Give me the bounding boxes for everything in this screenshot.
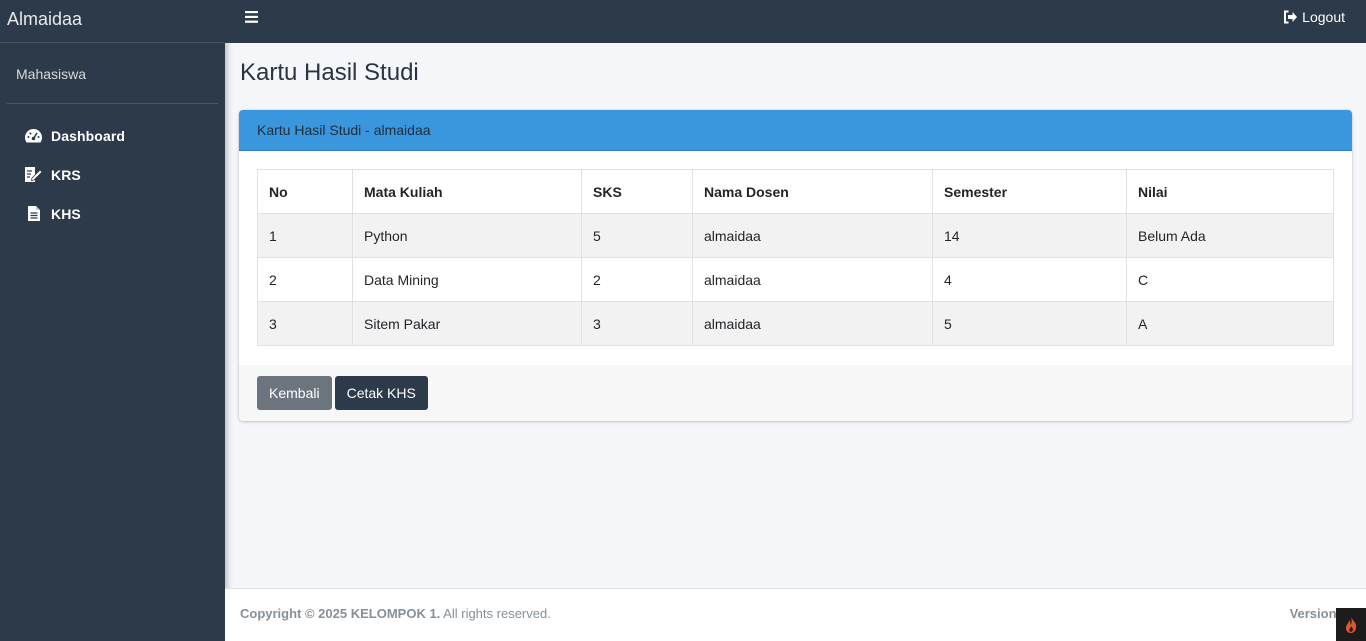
- sidebar-item-label: KHS: [51, 205, 81, 222]
- sidebar: Almaidaa Mahasiswa Dashboard KRS KHS: [0, 0, 225, 641]
- table-row: 1 Python 5 almaidaa 14 Belum Ada: [257, 213, 1334, 258]
- rights-text: All rights reserved.: [440, 606, 551, 621]
- table-row: 3 Sitem Pakar 3 almaidaa 5 A: [257, 301, 1334, 346]
- sidebar-item-khs[interactable]: KHS: [0, 194, 225, 233]
- card-footer: Kembali Cetak KHS: [239, 365, 1352, 421]
- flame-icon[interactable]: [1336, 608, 1366, 641]
- table-cell: 1: [257, 213, 353, 258]
- sidebar-item-label: KRS: [51, 166, 81, 183]
- brand-link[interactable]: Almaidaa: [0, 0, 225, 43]
- dashboard-gauge-icon: [24, 126, 43, 145]
- table-cell: 5: [581, 213, 693, 258]
- user-role[interactable]: Mahasiswa: [16, 66, 86, 82]
- table-row: 2 Data Mining 2 almaidaa 4 C: [257, 257, 1334, 302]
- page-footer: Copyright © 2025 KELOMPOK 1. All rights …: [225, 588, 1366, 641]
- table-cell: Data Mining: [352, 257, 582, 302]
- table-cell: 4: [932, 257, 1127, 302]
- card-header: Kartu Hasil Studi - almaidaa: [239, 110, 1352, 151]
- table-cell: 2: [257, 257, 353, 302]
- column-header-no: No: [257, 169, 353, 214]
- sidebar-item-krs[interactable]: KRS: [0, 155, 225, 194]
- user-panel: Mahasiswa: [7, 43, 218, 104]
- table-cell: C: [1126, 257, 1334, 302]
- khs-table: No Mata Kuliah SKS Nama Dosen Semester N…: [257, 169, 1334, 346]
- copyright-text: Copyright © 2025 KELOMPOK 1. All rights …: [240, 606, 551, 621]
- table-cell: Sitem Pakar: [352, 301, 582, 346]
- card-body: No Mata Kuliah SKS Nama Dosen Semester N…: [239, 151, 1352, 365]
- column-header-sks: SKS: [581, 169, 693, 214]
- version-label: Version: [1289, 606, 1337, 621]
- sidebar-item-dashboard[interactable]: Dashboard: [0, 116, 225, 155]
- table-cell: almaidaa: [692, 301, 933, 346]
- table-cell: 14: [932, 213, 1127, 258]
- column-header-semester: Semester: [932, 169, 1127, 214]
- table-cell: 3: [257, 301, 353, 346]
- table-cell: almaidaa: [692, 213, 933, 258]
- table-cell: 2: [581, 257, 693, 302]
- table-header-row: No Mata Kuliah SKS Nama Dosen Semester N…: [257, 169, 1334, 214]
- logout-label: Logout: [1302, 9, 1345, 25]
- khs-card: Kartu Hasil Studi - almaidaa No Mata Kul…: [239, 110, 1352, 421]
- table-cell: almaidaa: [692, 257, 933, 302]
- table-cell: Belum Ada: [1126, 213, 1334, 258]
- sidebar-item-label: Dashboard: [51, 127, 126, 144]
- sidebar-nav: Dashboard KRS KHS: [0, 116, 225, 233]
- table-cell: Python: [352, 213, 582, 258]
- top-navbar: Logout: [225, 0, 1366, 43]
- print-khs-button[interactable]: Cetak KHS: [334, 376, 428, 410]
- copyright-strong: Copyright © 2025 KELOMPOK 1.: [240, 606, 441, 621]
- file-text-icon: [24, 204, 43, 223]
- table-cell: 3: [581, 301, 693, 346]
- table-cell: A: [1126, 301, 1334, 346]
- edit-document-icon: [24, 165, 43, 184]
- back-button[interactable]: Kembali: [257, 376, 332, 410]
- page-title: Kartu Hasil Studi: [240, 59, 419, 86]
- sign-out-icon: [1284, 10, 1298, 24]
- column-header-nilai: Nilai: [1126, 169, 1334, 214]
- logout-button[interactable]: Logout: [1283, 9, 1345, 25]
- column-header-mata-kuliah: Mata Kuliah: [352, 169, 582, 214]
- column-header-nama-dosen: Nama Dosen: [692, 169, 933, 214]
- table-cell: 5: [932, 301, 1127, 346]
- menu-toggle-icon[interactable]: [245, 10, 261, 26]
